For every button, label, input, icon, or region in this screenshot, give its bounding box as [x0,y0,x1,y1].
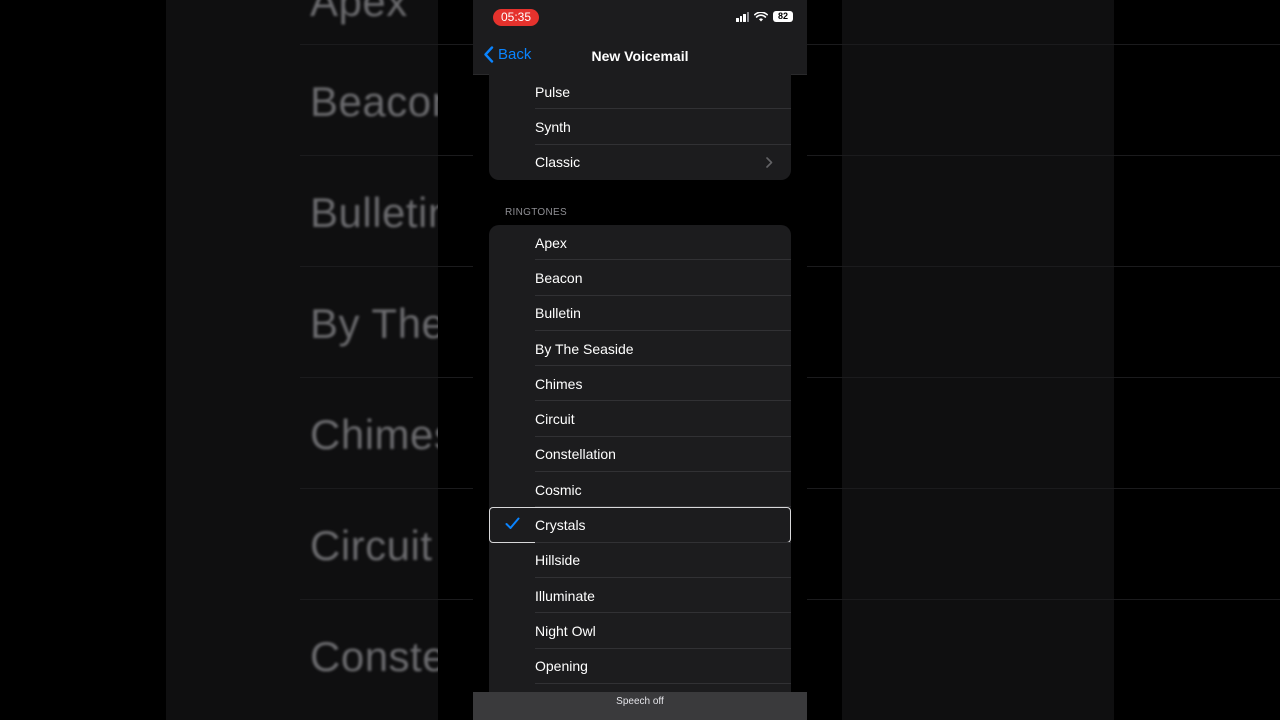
ringtones-group: Apex Beacon Bulletin By The Seaside Chim… [489,225,791,692]
list-item-label: Apex [535,234,567,251]
background-word: Bulletin [310,189,438,236]
list-item[interactable]: Pulse [489,74,791,110]
list-item-label: Hillside [535,552,581,569]
list-item[interactable]: Constellation [489,437,791,473]
list-item-label: Constellation [535,446,616,463]
list-item-label: Cosmic [535,481,582,498]
chevron-right-icon [766,156,773,168]
list-item-label: Beacon [535,269,583,286]
list-item-selected[interactable]: Crystals [489,507,791,543]
list-item[interactable]: Opening [489,649,791,685]
list-item-classic[interactable]: Classic [489,145,791,180]
page-title: New Voicemail [591,48,689,64]
cellular-signal-icon [736,11,749,22]
list-item[interactable] [489,684,791,692]
list-item-label: Crystals [535,517,586,534]
background-left-panel: Apex Beacon Bulletin By The Seaside Chim… [166,0,438,720]
list-item-label: Illuminate [535,587,595,604]
list-item-label: Classic [535,154,581,171]
list-item[interactable]: Beacon [489,260,791,296]
list-item-label: Circuit [535,411,575,428]
background-word: Chimes [310,411,438,458]
list-item[interactable]: Synth [489,109,791,145]
list-item[interactable]: Apex [489,225,791,261]
background-word: Constellation [310,633,438,680]
background-word: Circuit [310,522,433,569]
list-item[interactable]: Night Owl [489,613,791,649]
status-icons: 82 [736,11,793,22]
background-word: Apex [310,0,408,25]
tone-list-scroll[interactable]: Pulse Synth Classic RINGTONES Apex Beaco… [473,74,807,692]
background-word: By The Seaside [310,300,438,347]
list-item-label: Bulletin [535,305,581,322]
list-item[interactable]: Hillside [489,543,791,579]
navigation-bar: Back New Voicemail [473,36,807,75]
list-item-label: Opening [535,658,588,675]
phone-screen: 05:35 82 Back New Voicemail Pulse Synth … [473,0,807,720]
speech-status-bar: Speech off [473,692,807,720]
status-time[interactable]: 05:35 [493,9,540,26]
checkmark-icon [505,517,520,530]
background-right-panel [842,0,1114,720]
list-item[interactable]: Chimes [489,366,791,402]
alert-tones-group: Pulse Synth Classic [489,74,791,180]
section-header-ringtones: RINGTONES [505,207,567,218]
list-item[interactable]: By The Seaside [489,331,791,367]
list-item-label: Pulse [535,83,571,100]
list-item-label: By The Seaside [535,340,634,357]
list-item[interactable]: Bulletin [489,296,791,332]
battery-indicator: 82 [773,11,793,22]
status-bar: 05:35 82 [473,0,807,36]
wifi-icon [754,11,768,21]
list-item[interactable]: Cosmic [489,472,791,508]
background-word: Beacon [310,78,438,125]
list-item[interactable]: Illuminate [489,578,791,614]
list-item-label: Chimes [535,375,583,392]
list-item[interactable]: Circuit [489,401,791,438]
list-item-label: Night Owl [535,622,596,639]
list-item-label: Synth [535,118,571,135]
